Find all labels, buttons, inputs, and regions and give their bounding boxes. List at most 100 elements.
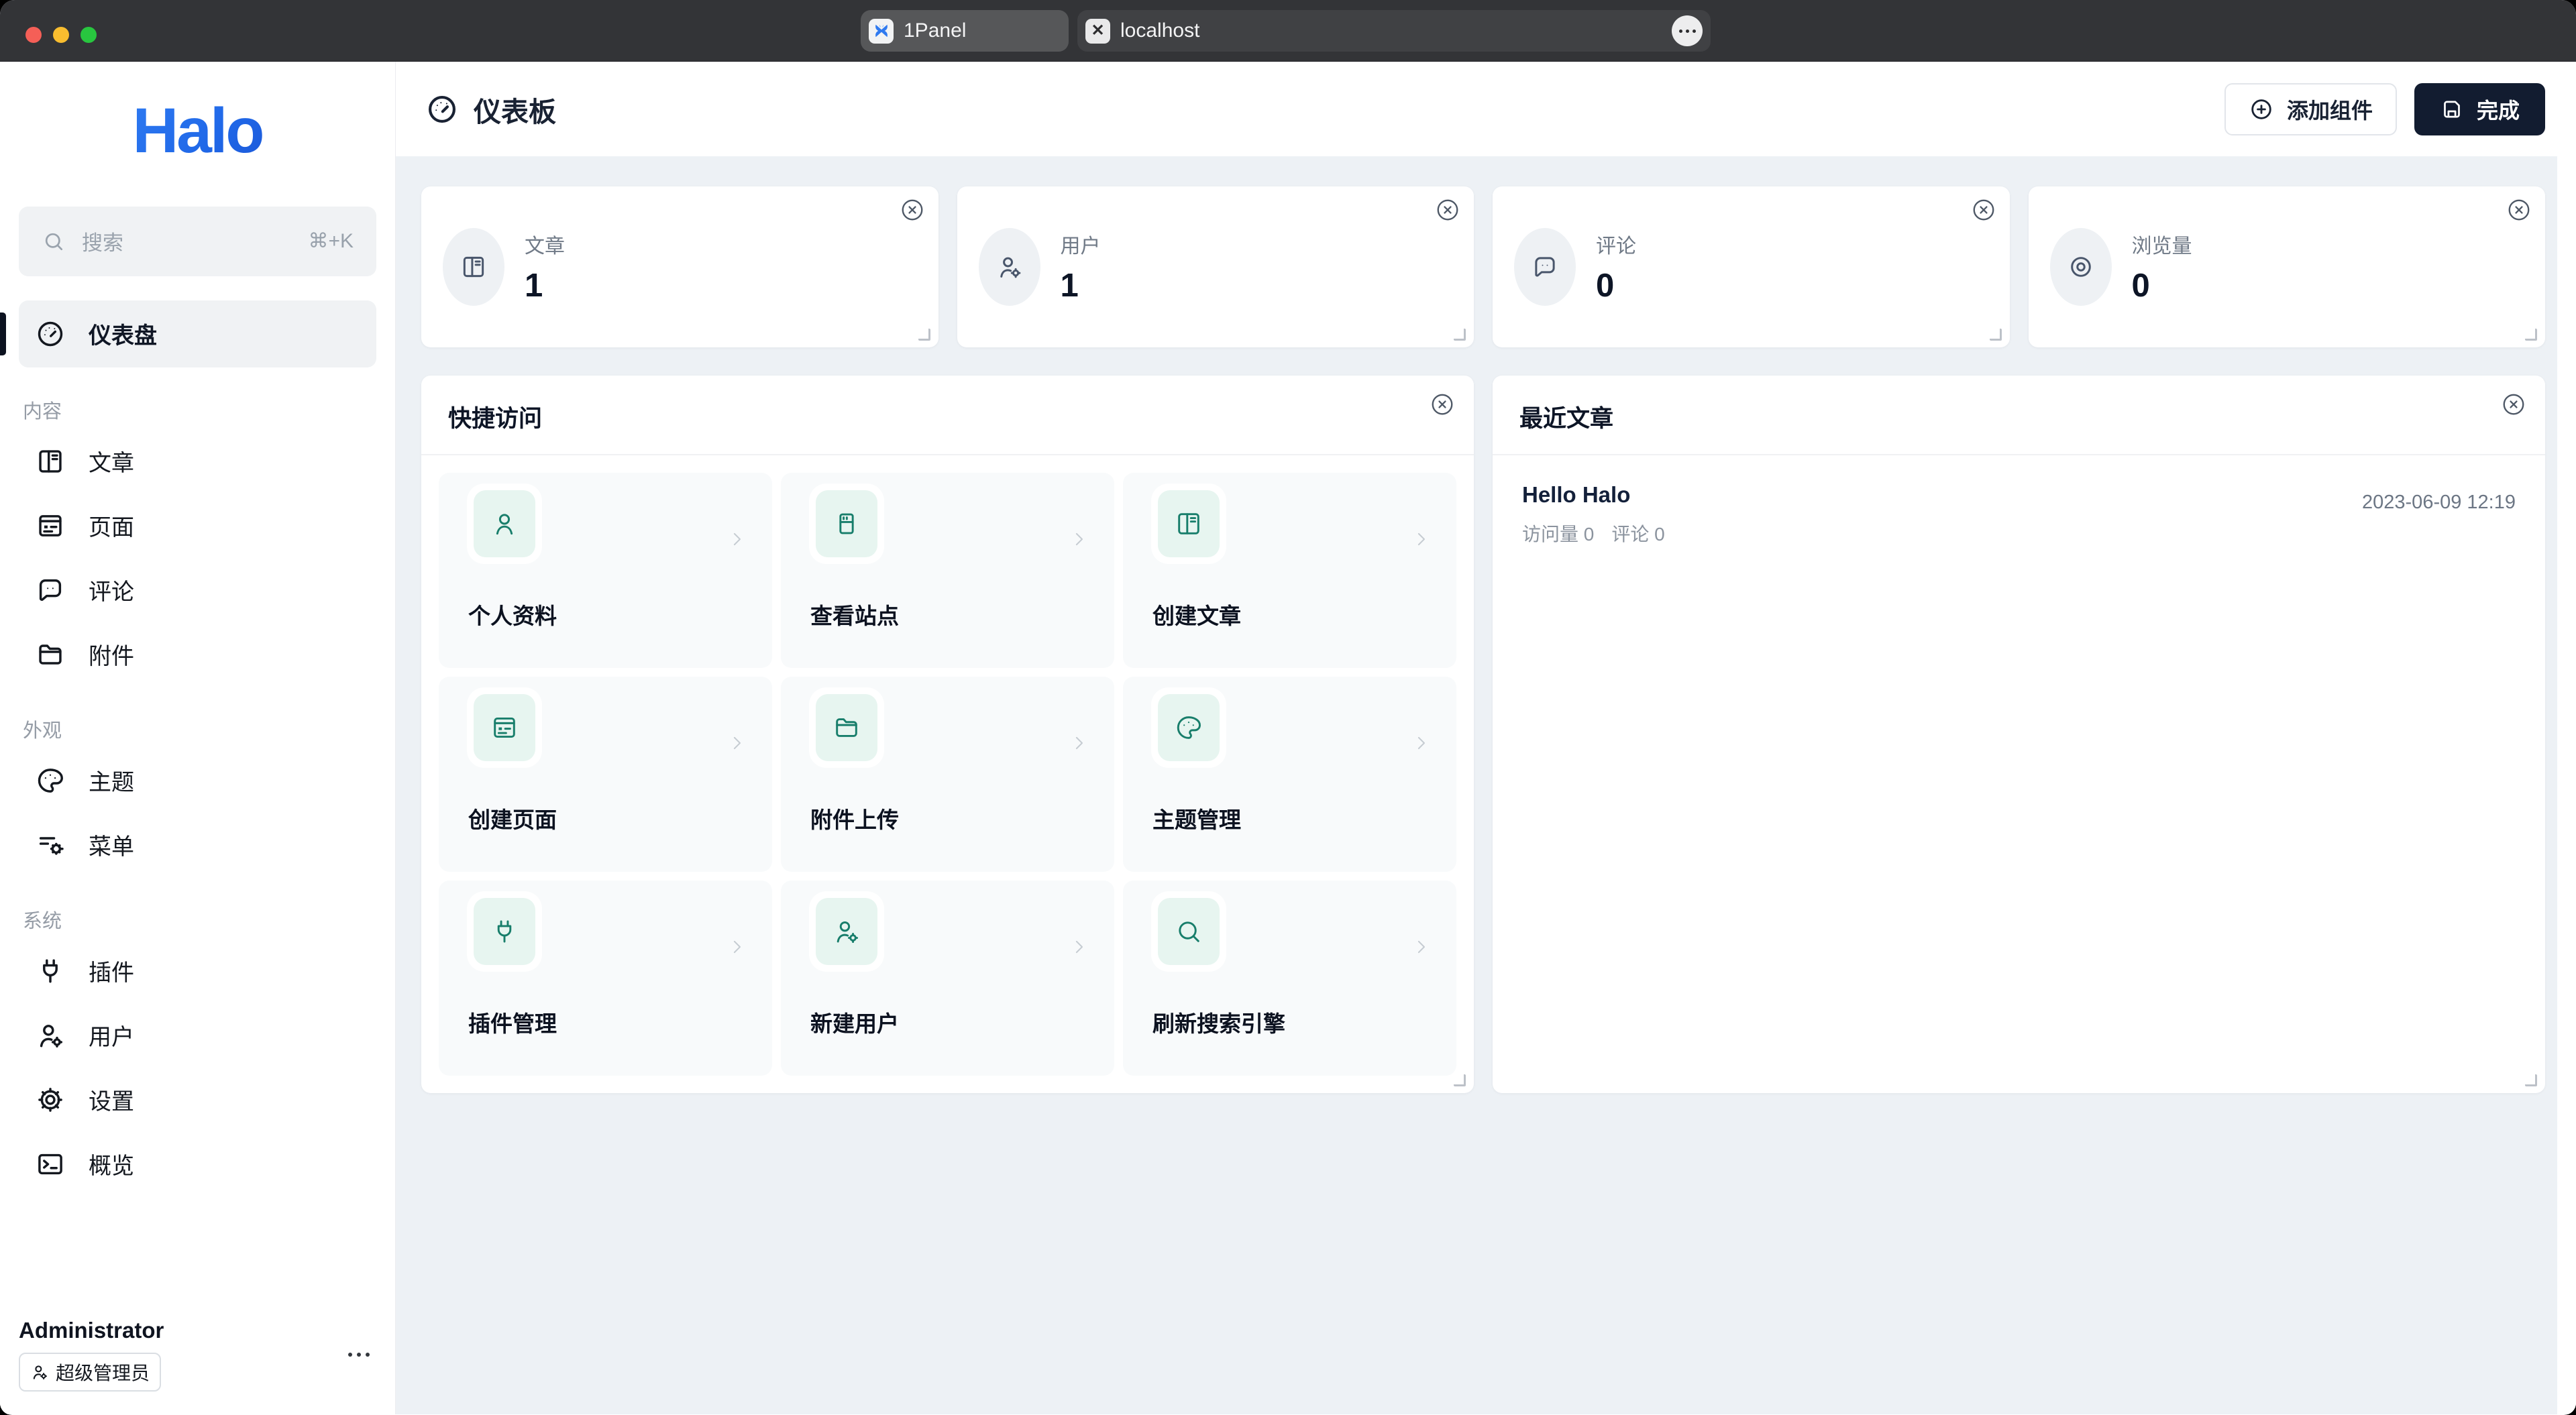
stat-value: 0 [2132,267,2192,304]
role-badge: 超级管理员 [19,1353,161,1392]
sidebar-section-appearance: 外观 [23,715,376,743]
sidebar-item-label: 概览 [89,1147,134,1180]
stat-card-views[interactable]: 浏览量 0 [2029,186,2546,347]
folder-icon [35,639,66,670]
sidebar-item-comments[interactable]: 评论 [19,558,376,622]
resize-handle[interactable] [1990,329,2002,341]
quick-item-label: 新建用户 [810,1006,899,1038]
sidebar-item-menus[interactable]: 菜单 [19,813,376,877]
chevron-right-icon [1411,733,1431,753]
add-widget-button[interactable]: 添加组件 [2224,83,2397,135]
browser-window: 1Panel ✕ localhost Halo 搜索 ⌘+K [0,0,2576,1415]
user-gear-icon [816,898,877,965]
sidebar-item-label: 菜单 [89,828,134,861]
close-icon[interactable] [2501,392,2526,417]
page-header: 仪表板 添加组件 完成 [396,62,2576,156]
resize-handle[interactable] [1454,329,1466,341]
sidebar-item-label: 文章 [89,445,134,477]
terminal-icon [35,1149,66,1180]
zoom-window-button[interactable] [80,27,97,43]
post-date: 2023-06-09 12:19 [2362,492,2516,547]
chevron-right-icon [1411,937,1431,957]
sidebar-item-dashboard[interactable]: 仪表盘 [19,300,376,367]
palette-icon [1158,694,1220,761]
panel-title: 最近文章 [1519,400,2516,434]
sidebar-item-users[interactable]: 用户 [19,1003,376,1068]
tab-1panel[interactable]: 1Panel [861,10,1069,52]
close-icon[interactable] [2506,197,2532,223]
stat-card-posts[interactable]: 文章 1 [421,186,938,347]
sidebar-item-label: 主题 [89,764,134,797]
chevron-right-icon [727,937,747,957]
views-icon [2050,228,2112,306]
sidebar-item-posts[interactable]: 文章 [19,429,376,494]
chevron-right-icon [1069,937,1089,957]
stat-value: 1 [525,267,565,304]
gear-icon [35,1084,66,1115]
close-icon[interactable] [900,197,925,223]
sidebar-item-themes[interactable]: 主题 [19,748,376,813]
user-menu-ellipsis-icon[interactable] [341,1346,376,1363]
stat-value: 1 [1061,267,1101,304]
search-placeholder: 搜索 [82,226,308,256]
tab-strip: 1Panel ✕ localhost [861,10,1711,52]
tab-options-ellipsis-icon[interactable] [1672,15,1703,46]
close-icon[interactable] [1971,197,1996,223]
quick-item-label: 插件管理 [468,1006,557,1038]
comment-icon [35,575,66,606]
sidebar-item-plugins[interactable]: 插件 [19,939,376,1003]
quick-access-panel: 快捷访问 个人资料 [421,376,1474,1093]
save-icon [2440,97,2464,121]
quick-item-refresh-search-engine[interactable]: 刷新搜索引擎 [1123,881,1456,1076]
close-window-button[interactable] [25,27,42,43]
quick-item-new-user[interactable]: 新建用户 [781,881,1114,1076]
user-icon [474,490,535,557]
notebook-icon [443,228,504,306]
traffic-lights [25,27,97,43]
stat-card-comments[interactable]: 评论 0 [1493,186,2010,347]
sidebar: Halo 搜索 ⌘+K 仪表盘 内容 [0,62,396,1414]
search-icon [42,229,66,253]
sidebar-item-label: 插件 [89,954,134,987]
dashboard-content: 文章 1 用户 [396,156,2557,1414]
minimize-window-button[interactable] [53,27,69,43]
sidebar-item-settings[interactable]: 设置 [19,1068,376,1132]
stat-label: 浏览量 [2132,229,2192,259]
role-label: 超级管理员 [56,1359,150,1385]
sidebar-item-label: 用户 [89,1019,134,1052]
quick-item-label: 个人资料 [468,598,557,630]
user-gear-icon [35,1020,66,1051]
stat-value: 0 [1596,267,1636,304]
stat-card-users[interactable]: 用户 1 [957,186,1474,347]
resize-handle[interactable] [2525,1074,2537,1086]
sidebar-item-attachments[interactable]: 附件 [19,622,376,687]
quick-item-upload-attachment[interactable]: 附件上传 [781,677,1114,872]
quick-item-label: 创建页面 [468,802,557,834]
resize-handle[interactable] [918,329,930,341]
sidebar-item-overview[interactable]: 概览 [19,1132,376,1196]
quick-item-plugin-management[interactable]: 插件管理 [439,881,772,1076]
stat-label: 用户 [1061,229,1101,259]
close-icon[interactable] [1435,197,1460,223]
search-icon [1158,898,1220,965]
user-gear-icon [30,1363,49,1381]
search-input[interactable]: 搜索 ⌘+K [19,207,376,276]
post-title[interactable]: Hello Halo [1522,482,1665,508]
close-icon[interactable] [1430,392,1455,417]
quick-item-theme-management[interactable]: 主题管理 [1123,677,1456,872]
quick-item-view-site[interactable]: 查看站点 [781,473,1114,668]
tab-localhost[interactable]: ✕ localhost [1077,10,1711,52]
quick-item-label: 附件上传 [810,802,899,834]
quick-item-create-post[interactable]: 创建文章 [1123,473,1456,668]
post-list-item[interactable]: Hello Halo 访问量 0 评论 0 2023-06-09 12:19 [1522,482,2516,547]
done-button[interactable]: 完成 [2414,83,2545,135]
resize-handle[interactable] [1454,1074,1466,1086]
quick-item-create-page[interactable]: 创建页面 [439,677,772,872]
plug-icon [474,898,535,965]
sidebar-item-pages[interactable]: 页面 [19,494,376,558]
quick-item-label: 刷新搜索引擎 [1152,1006,1285,1038]
chevron-right-icon [1069,529,1089,549]
quick-item-profile[interactable]: 个人资料 [439,473,772,668]
resize-handle[interactable] [2525,329,2537,341]
comment-icon [1514,228,1576,306]
